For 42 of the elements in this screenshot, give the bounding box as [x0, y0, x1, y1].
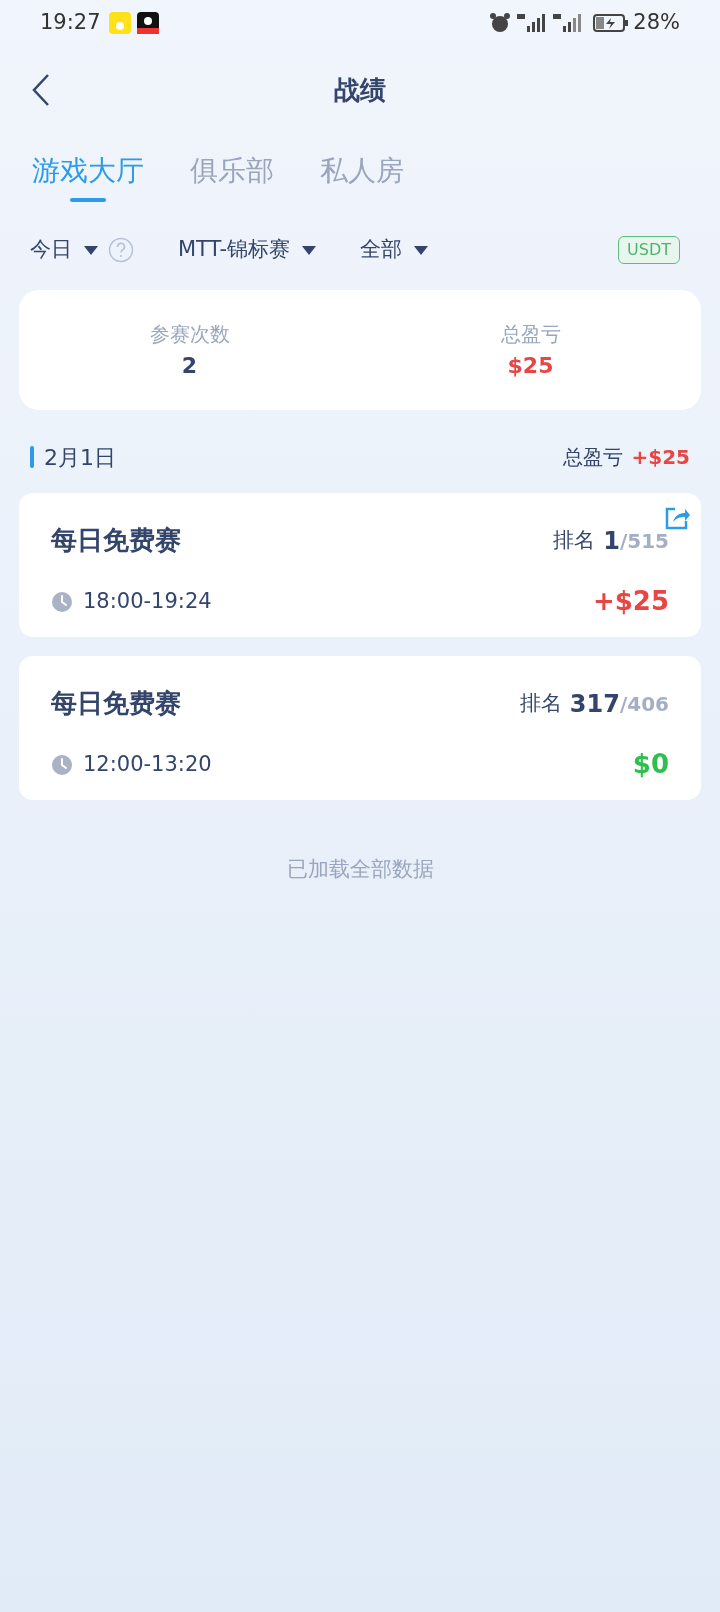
filter-dropdown[interactable]: 今日: [30, 234, 98, 266]
clock-icon: [51, 590, 73, 613]
rank-label: 排名: [553, 526, 596, 554]
status-time: 19:27: [40, 9, 101, 37]
game-card[interactable]: 每日免费赛 排名 1/515 18:00-19:24 +$25: [19, 493, 701, 637]
rank-total: /406: [619, 690, 669, 718]
game-title: 每日免费赛: [51, 524, 181, 557]
rank-value: 317: [569, 688, 620, 720]
summary-label: 总盈亏: [500, 320, 561, 348]
filter-dropdown[interactable]: 全部: [360, 234, 429, 266]
signal-icon: [517, 12, 548, 34]
day-total-value: +$25: [631, 444, 690, 471]
app-icon: [108, 12, 131, 34]
clock-icon: [51, 753, 73, 776]
end-of-list-text: 已加载全部数据: [286, 856, 434, 883]
app-icon: [136, 12, 159, 34]
summary-label: 参赛次数: [149, 320, 230, 348]
help-icon[interactable]: [108, 237, 134, 263]
day-total-label: 总盈亏: [563, 444, 624, 471]
summary-value: $25: [507, 351, 554, 380]
currency-badge: USDT: [618, 236, 680, 264]
date-heading: 2月1日: [44, 443, 116, 472]
alarm-icon: [489, 12, 512, 34]
summary-value: 2: [181, 351, 198, 380]
caret-icon: [302, 245, 317, 255]
result-amount: +$25: [592, 585, 669, 618]
game-title: 每日免费赛: [51, 687, 181, 720]
game-card[interactable]: 每日免费赛 排名 317/406 12:00-13:20 $0: [19, 656, 701, 800]
share-icon[interactable]: [663, 505, 691, 531]
filter-dropdown[interactable]: MTT-锦标赛: [178, 234, 317, 266]
rank-label: 排名: [519, 689, 562, 717]
caret-icon: [414, 245, 429, 255]
battery-icon: [593, 12, 630, 34]
rank-value: 1: [603, 525, 620, 557]
rank-total: /515: [619, 527, 669, 555]
time-range: 12:00-13:20: [83, 750, 212, 778]
signal-icon: [553, 12, 584, 34]
result-amount: $0: [632, 748, 669, 781]
battery-percent: 28%: [633, 9, 680, 37]
page-title: 战绩: [334, 73, 386, 107]
time-range: 18:00-19:24: [83, 587, 212, 615]
caret-icon: [84, 245, 98, 255]
